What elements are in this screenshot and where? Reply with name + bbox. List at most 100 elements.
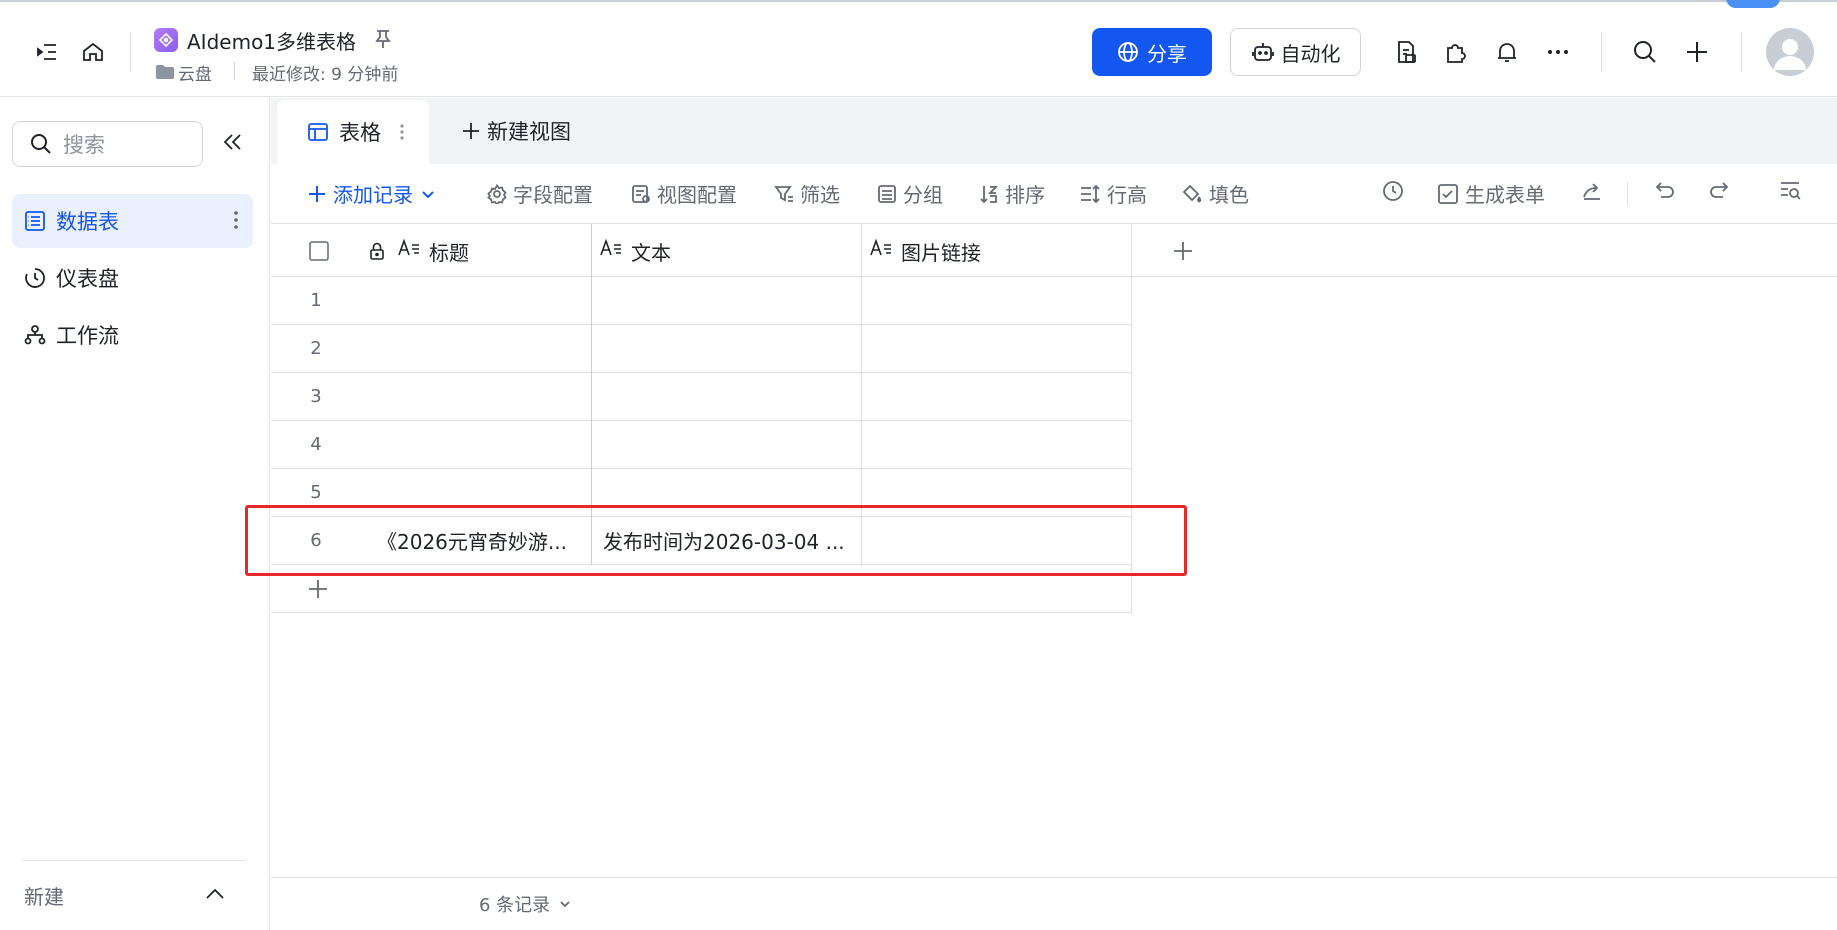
text-field-icon — [397, 237, 421, 264]
divider — [234, 62, 235, 80]
sort-button[interactable]: 排序 — [979, 179, 1045, 208]
view-tab-bar: 表格 新建视图 — [271, 98, 1837, 164]
share-label: 分享 — [1147, 41, 1187, 66]
chevron-down-icon[interactable] — [419, 185, 437, 203]
search-placeholder: 搜索 — [63, 133, 105, 157]
automation-button[interactable]: 自动化 — [1230, 28, 1361, 76]
plus-icon — [309, 185, 325, 202]
folder-icon — [156, 64, 174, 83]
collapse-sidebar-icon[interactable] — [222, 131, 244, 157]
row-number: 4 — [271, 421, 361, 469]
new-view-button[interactable]: 新建视图 — [461, 116, 571, 146]
cell-text[interactable] — [591, 277, 861, 325]
fill-color-button[interactable]: 填色 — [1181, 179, 1249, 208]
row-number: 1 — [271, 277, 361, 325]
filter-label: 筛选 — [800, 183, 840, 207]
cell-image-link[interactable] — [861, 325, 1131, 373]
highlight-box — [245, 505, 1187, 576]
search-records-icon[interactable] — [1779, 179, 1803, 201]
chevron-down-icon — [560, 901, 570, 908]
status-footer: 6 条记录 — [271, 877, 1837, 930]
dashboard-icon — [25, 268, 45, 288]
template-icon[interactable] — [1389, 35, 1423, 69]
cell-title[interactable] — [361, 421, 591, 469]
sidebar-item-datatable[interactable]: 数据表 — [12, 194, 253, 248]
divider — [1741, 32, 1742, 72]
cell-title[interactable] — [361, 277, 591, 325]
row-height-button[interactable]: 行高 — [1079, 179, 1147, 208]
cell-text[interactable] — [591, 325, 861, 373]
cell-text[interactable] — [591, 373, 861, 421]
add-record-button[interactable]: 添加记录 — [307, 179, 437, 208]
row-number: 3 — [271, 373, 361, 421]
cell-image-link[interactable] — [861, 373, 1131, 421]
group-label: 分组 — [903, 183, 943, 207]
cell-title[interactable] — [361, 325, 591, 373]
cell-title[interactable] — [361, 373, 591, 421]
robot-icon — [1251, 43, 1274, 61]
generate-form-button[interactable]: 生成表单 — [1437, 179, 1545, 208]
header-cell-image-link[interactable]: 图片链接 — [861, 224, 1131, 277]
sidebar-item-dashboard[interactable]: 仪表盘 — [12, 251, 253, 305]
add-icon[interactable] — [1680, 35, 1714, 69]
document-title[interactable]: AIdemo1多维表格 — [187, 26, 356, 55]
workflow-icon — [24, 325, 46, 345]
sort-icon — [980, 185, 999, 203]
group-icon — [878, 184, 896, 203]
chevron-up-icon[interactable] — [204, 883, 226, 909]
expand-sidebar-icon[interactable] — [30, 35, 64, 69]
plugin-icon[interactable] — [1439, 35, 1473, 69]
sidebar-item-label: 工作流 — [56, 324, 119, 348]
text-field-icon — [869, 237, 893, 264]
gear-icon — [487, 183, 507, 204]
group-button[interactable]: 分组 — [877, 179, 943, 208]
tab-grid-view[interactable]: 表格 — [277, 100, 429, 164]
add-column-icon[interactable] — [1172, 240, 1194, 262]
sidebar-item-workflow[interactable]: 工作流 — [12, 308, 253, 362]
globe-icon — [1118, 42, 1138, 62]
undo-icon[interactable] — [1653, 179, 1677, 201]
corner-badge — [1726, 0, 1780, 8]
row-number: 2 — [271, 325, 361, 373]
share-out-icon[interactable] — [1581, 179, 1603, 201]
more-icon[interactable] — [1541, 35, 1575, 69]
column-header-label: 图片链接 — [901, 241, 981, 265]
more-vertical-icon[interactable] — [233, 209, 239, 231]
view-config-button[interactable]: 视图配置 — [631, 179, 737, 208]
history-icon[interactable] — [1381, 179, 1405, 203]
cell-image-link[interactable] — [861, 277, 1131, 325]
select-all-checkbox[interactable] — [309, 241, 329, 261]
add-column-cell — [1131, 224, 1837, 277]
paint-bucket-icon — [1182, 184, 1202, 202]
form-icon — [1438, 183, 1458, 204]
filter-button[interactable]: 筛选 — [774, 179, 840, 208]
bell-icon[interactable] — [1490, 35, 1524, 69]
divider — [1627, 182, 1628, 206]
header-cell-title[interactable]: 标题 — [271, 224, 591, 277]
cell-image-link[interactable] — [861, 421, 1131, 469]
plus-icon — [309, 579, 327, 598]
search-icon[interactable] — [1628, 35, 1662, 69]
cell-text[interactable] — [591, 421, 861, 469]
avatar[interactable] — [1766, 28, 1814, 76]
column-header-label: 标题 — [429, 241, 469, 265]
new-label[interactable]: 新建 — [24, 881, 64, 910]
view-config-label: 视图配置 — [657, 183, 737, 207]
automation-label: 自动化 — [1280, 41, 1341, 66]
pin-icon[interactable] — [372, 28, 394, 54]
location-link[interactable]: 云盘 — [178, 60, 212, 85]
divider — [22, 860, 246, 861]
search-input[interactable]: 搜索 — [12, 121, 203, 167]
home-icon[interactable] — [76, 35, 110, 69]
row-height-icon — [1081, 184, 1100, 203]
filter-icon — [774, 185, 793, 202]
sidebar-item-label: 仪表盘 — [56, 267, 119, 291]
record-count-label: 6 条记录 — [479, 895, 551, 916]
header-cell-text[interactable]: 文本 — [591, 224, 861, 277]
redo-icon[interactable] — [1707, 179, 1731, 201]
row-height-label: 行高 — [1107, 183, 1147, 207]
share-button[interactable]: 分享 — [1092, 28, 1212, 76]
more-vertical-icon[interactable] — [399, 122, 405, 142]
record-count[interactable]: 6 条记录 — [479, 891, 572, 917]
field-config-button[interactable]: 字段配置 — [487, 179, 593, 208]
